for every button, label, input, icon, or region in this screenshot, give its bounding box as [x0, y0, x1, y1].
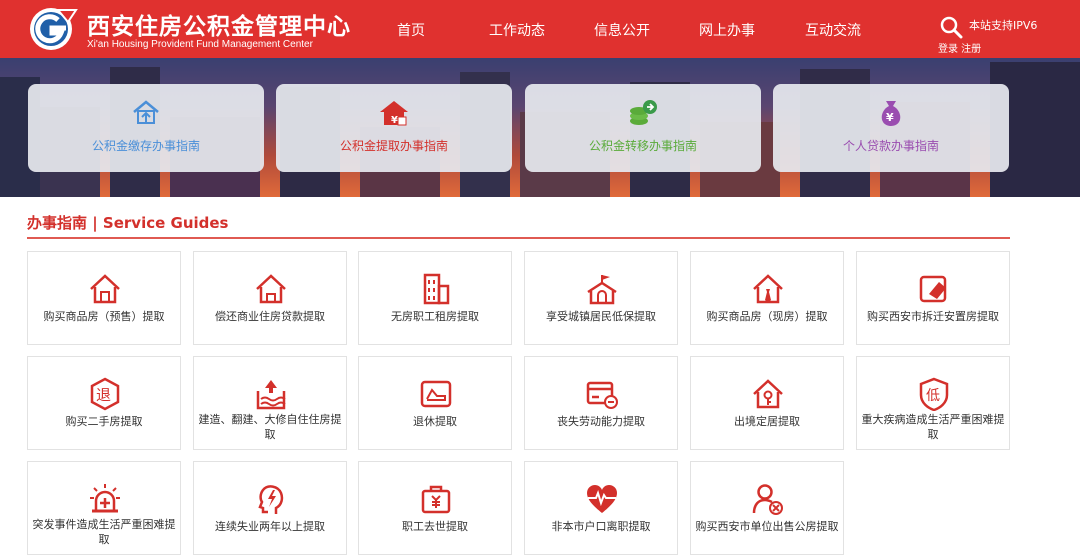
guide-card-transfer[interactable]: 公积金转移办事指南	[525, 84, 761, 172]
house-key-icon	[753, 379, 783, 409]
tile-label: 购买商品房（现房）提取	[706, 310, 828, 323]
tile-label: 重大疾病造成生活严重困难提取	[861, 413, 1005, 441]
briefcase-icon	[421, 485, 451, 514]
tile-label: 连续失业两年以上提取	[215, 520, 325, 533]
guide-card-deposit[interactable]: 公积金缴存办事指南	[28, 84, 264, 172]
svg-text:¥: ¥	[886, 111, 894, 124]
school-flag-icon	[587, 275, 617, 305]
svg-text:退: 退	[96, 386, 111, 404]
guide-tile-unemployed[interactable]: 连续失业两年以上提取	[193, 461, 347, 555]
head-lightning-icon	[258, 485, 284, 514]
recliner-icon	[420, 380, 452, 408]
tile-label: 出境定居提取	[734, 415, 800, 428]
section-divider	[27, 237, 1010, 239]
tile-label: 丧失劳动能力提取	[557, 415, 645, 428]
house-tie-icon	[753, 274, 783, 304]
house-withdraw-icon: ¥	[380, 101, 408, 126]
guide-tile-resettlement[interactable]: 购买西安市拆迁安置房提取	[856, 251, 1010, 345]
nav-interaction[interactable]: 互动交流	[805, 20, 861, 40]
house-deposit-icon	[133, 100, 159, 124]
guide-tile-illness[interactable]: 低 重大疾病造成生活严重困难提取	[856, 356, 1010, 450]
guide-tile-deceased[interactable]: 职工去世提取	[358, 461, 512, 555]
tile-label: 购买西安市单位出售公房提取	[695, 520, 839, 533]
tile-label: 退休提取	[413, 415, 457, 428]
guide-tile-retire[interactable]: 退休提取	[358, 356, 512, 450]
logo-icon[interactable]	[28, 6, 78, 52]
site-subtitle: Xi'an Housing Provident Fund Management …	[87, 39, 313, 50]
tile-label: 购买西安市拆迁安置房提取	[867, 310, 999, 323]
heart-pulse-icon	[587, 485, 617, 513]
nav-online-service[interactable]: 网上办事	[699, 20, 755, 40]
water-level-icon	[256, 380, 286, 410]
guide-tile-emigrate[interactable]: 出境定居提取	[690, 356, 844, 450]
guide-card-loan[interactable]: ¥ 个人贷款办事指南	[773, 84, 1009, 172]
tile-label: 职工去世提取	[402, 520, 468, 533]
guide-card-withdraw[interactable]: ¥ 公积金提取办事指南	[276, 84, 512, 172]
guide-card-label: 公积金缴存办事指南	[91, 139, 200, 153]
eraser-icon	[919, 275, 947, 303]
money-bag-icon: ¥	[881, 101, 901, 126]
guide-tile-low-income[interactable]: 享受城镇居民低保提取	[524, 251, 678, 345]
guide-tile-disability[interactable]: 丧失劳动能力提取	[524, 356, 678, 450]
svg-text:低: 低	[926, 388, 940, 404]
login-register-link[interactable]: 登录 注册	[938, 40, 981, 55]
tile-label: 购买二手房提取	[65, 415, 143, 428]
user-remove-icon	[752, 484, 783, 515]
house-loan-icon	[256, 274, 286, 304]
tile-label: 突发事件造成生活严重困难提取	[32, 518, 176, 546]
site-title[interactable]: 西安住房公积金管理中心	[87, 7, 351, 41]
nav-home[interactable]: 首页	[397, 20, 425, 40]
guide-tile-second-hand[interactable]: 退 购买二手房提取	[27, 356, 181, 450]
building-icon	[423, 273, 450, 305]
guide-card-label: 公积金提取办事指南	[339, 139, 448, 153]
nav-work-news[interactable]: 工作动态	[489, 20, 545, 40]
header-bar: 西安住房公积金管理中心 Xi'an Housing Provident Fund…	[0, 0, 1080, 58]
tile-label: 偿还商业住房贷款提取	[215, 310, 325, 323]
guide-tile-buy-existing[interactable]: 购买商品房（现房）提取	[690, 251, 844, 345]
card-minus-icon	[586, 381, 618, 409]
tile-label: 建造、翻建、大修自住住房提取	[198, 413, 342, 441]
tile-label: 享受城镇居民低保提取	[546, 310, 656, 323]
guide-tile-build[interactable]: 建造、翻建、大修自住住房提取	[193, 356, 347, 450]
guide-tile-non-local[interactable]: 非本市户口离职提取	[524, 461, 678, 555]
tile-label: 非本市户口离职提取	[551, 520, 651, 533]
search-icon[interactable]	[939, 15, 963, 39]
guide-tile-repay-loan[interactable]: 偿还商业住房贷款提取	[193, 251, 347, 345]
ipv6-badge: 本站支持IPV6	[969, 19, 1038, 32]
nav-info-public[interactable]: 信息公开	[594, 20, 650, 40]
guide-tile-emergency[interactable]: 突发事件造成生活严重困难提取	[27, 461, 181, 555]
tui-badge-icon: 退	[90, 377, 120, 411]
guide-tile-buy-presale[interactable]: 购买商品房（预售）提取	[27, 251, 181, 345]
ambulance-light-icon	[90, 484, 120, 513]
tile-label: 购买商品房（预售）提取	[43, 310, 165, 323]
guide-card-label: 公积金转移办事指南	[588, 139, 697, 153]
di-shield-icon: 低	[919, 377, 949, 411]
svg-text:¥: ¥	[391, 115, 398, 126]
guide-tile-rent[interactable]: 无房职工租房提取	[358, 251, 512, 345]
coins-transfer-icon	[630, 100, 657, 125]
guide-card-label: 个人贷款办事指南	[842, 139, 939, 153]
section-title: 办事指南 | Service Guides	[27, 214, 229, 232]
tile-label: 无房职工租房提取	[391, 310, 479, 323]
guide-tile-public-housing[interactable]: 购买西安市单位出售公房提取	[690, 461, 844, 555]
house-icon	[90, 274, 120, 304]
